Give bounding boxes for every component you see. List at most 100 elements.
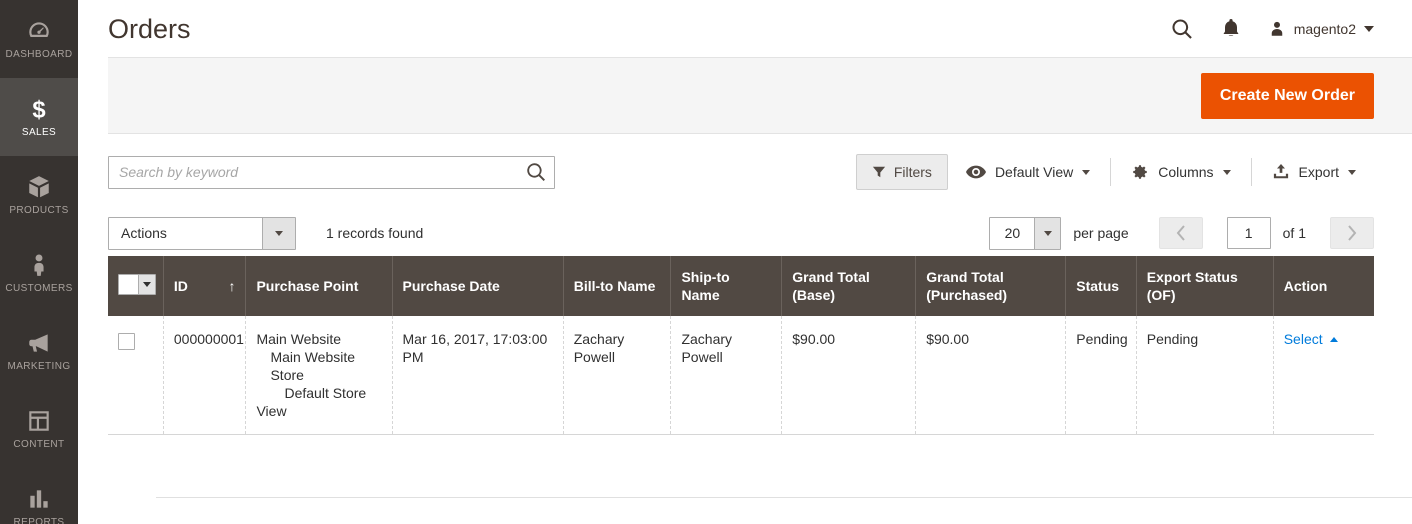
grid-view-controls: Filters Default View Columns Export: [855, 154, 1374, 190]
sidebar-item-customers[interactable]: Customers: [0, 234, 78, 312]
sidebar-item-reports[interactable]: Reports: [0, 468, 78, 524]
main-content: Orders magento2 Create New Order Search …: [78, 0, 1412, 524]
sidebar-item-label: Reports: [13, 517, 65, 524]
footer-divider: [156, 497, 1412, 498]
column-header-status[interactable]: Status: [1065, 256, 1137, 316]
sidebar-item-label: Marketing: [7, 361, 71, 372]
content-layout-icon: [26, 408, 52, 434]
export-label: Export: [1298, 164, 1339, 180]
sort-asc-icon: ↑: [228, 278, 236, 294]
sidebar-item-dashboard[interactable]: Dashboard: [0, 0, 78, 78]
cell-action: Select: [1273, 316, 1374, 435]
filters-button[interactable]: Filters: [855, 154, 948, 190]
export-dropdown[interactable]: Export: [1254, 164, 1374, 180]
column-header-id[interactable]: ID ↑: [163, 256, 247, 316]
user-avatar-icon: [1268, 20, 1286, 38]
column-header-bill-to-name[interactable]: Bill-to Name: [563, 256, 672, 316]
toolbar-divider: [1250, 158, 1252, 186]
column-header-ship-to-name[interactable]: Ship-to Name: [670, 256, 783, 316]
column-label-line1: Grand Total: [792, 269, 870, 285]
header-actions: magento2: [1170, 17, 1374, 41]
total-pages-label: of 1: [1282, 225, 1306, 241]
per-page-label: per page: [1073, 225, 1129, 241]
column-header-purchase-point[interactable]: Purchase Point: [245, 256, 393, 316]
sidebar-item-label: Sales: [21, 127, 57, 138]
page-actions-bar: Create New Order: [108, 57, 1412, 134]
sidebar-item-label: Products: [9, 205, 69, 216]
column-label-line2: (Purchased): [926, 287, 1008, 303]
chevron-up-icon: [1329, 336, 1338, 342]
sidebar-item-marketing[interactable]: Marketing: [0, 312, 78, 390]
purchase-point-store: Main Website Store: [270, 349, 356, 383]
previous-page-button[interactable]: [1158, 217, 1203, 249]
marketing-megaphone-icon: [26, 330, 52, 356]
pagination: 20 per page of 1: [989, 216, 1374, 250]
column-header-grand-total-base[interactable]: Grand Total (Base): [781, 256, 917, 316]
user-menu[interactable]: magento2: [1268, 20, 1374, 38]
grid-container: Filters Default View Co: [78, 134, 1412, 435]
column-header-grand-total-purchased[interactable]: Grand Total (Purchased): [915, 256, 1067, 316]
toolbar-divider: [1110, 158, 1112, 186]
products-box-icon: [26, 174, 52, 200]
next-page-button[interactable]: [1330, 217, 1374, 249]
column-label-line1: Grand Total: [926, 269, 1004, 285]
column-header-purchase-date[interactable]: Purchase Date: [392, 256, 564, 316]
bell-icon[interactable]: [1221, 18, 1241, 40]
column-label-line2: (Base): [792, 287, 836, 303]
table-header-row: ID ↑ Purchase Point Purchase Date Bill-t…: [108, 256, 1374, 316]
columns-label: Columns: [1158, 164, 1214, 180]
per-page-dropdown[interactable]: 20: [989, 216, 1062, 250]
page-header: Orders magento2: [78, 0, 1412, 57]
grid-actions-bar: Actions 1 records found 20 per page 1 of…: [108, 210, 1374, 256]
dashboard-icon: [26, 18, 52, 44]
chevron-down-icon[interactable]: [138, 275, 155, 294]
search-icon[interactable]: [1170, 17, 1194, 41]
column-header-action: Action: [1273, 256, 1374, 316]
purchase-point-view-link[interactable]: View: [256, 402, 381, 420]
column-label-line2: (OF): [1146, 287, 1176, 303]
chevron-down-icon: [262, 217, 295, 249]
admin-page: Dashboard $ Sales Products Customers Mar…: [0, 0, 1412, 524]
keyword-search: [108, 155, 555, 189]
grid-toolbar: Filters Default View Co: [108, 134, 1374, 210]
current-page-input[interactable]: [1226, 217, 1271, 249]
cell-grand-total-purchased: $90.00: [915, 316, 1067, 435]
default-view-dropdown[interactable]: Default View: [948, 164, 1108, 180]
search-submit-icon[interactable]: [525, 161, 547, 183]
select-all-header: [108, 256, 164, 316]
sidebar-item-label: Content: [13, 439, 65, 450]
gear-icon: [1131, 163, 1149, 181]
sidebar-item-sales[interactable]: $ Sales: [0, 78, 78, 156]
select-all-checkbox[interactable]: [118, 274, 156, 295]
chevron-down-icon: [1034, 217, 1061, 249]
purchase-point-website: Main Website: [256, 331, 342, 347]
create-new-order-button[interactable]: Create New Order: [1200, 72, 1374, 119]
cell-status: Pending: [1065, 316, 1137, 435]
sidebar-item-label: Customers: [5, 283, 73, 294]
chevron-down-icon: [1222, 169, 1231, 175]
orders-grid: ID ↑ Purchase Point Purchase Date Bill-t…: [108, 256, 1374, 435]
user-name: magento2: [1293, 20, 1356, 37]
cell-export-status: Pending: [1136, 316, 1274, 435]
sidebar-item-products[interactable]: Products: [0, 156, 78, 234]
column-header-export-status[interactable]: Export Status (OF): [1136, 256, 1274, 316]
cell-id: 000000001: [163, 316, 247, 435]
columns-dropdown[interactable]: Columns: [1113, 163, 1248, 181]
checkbox-box: [119, 275, 138, 294]
table-row: 000000001 Main Website Main Website Stor…: [108, 316, 1374, 435]
sidebar-item-content[interactable]: Content: [0, 390, 78, 468]
action-select-dropdown[interactable]: Select: [1284, 330, 1338, 348]
cell-grand-total-base: $90.00: [781, 316, 917, 435]
mass-actions-dropdown[interactable]: Actions: [108, 216, 296, 250]
search-input[interactable]: [108, 155, 555, 189]
column-label-line1: Export Status: [1146, 269, 1238, 285]
cell-ship-to-name: Zachary Powell: [670, 316, 783, 435]
reports-bars-icon: [26, 486, 52, 512]
cell-bill-to-name: Zachary Powell: [563, 316, 672, 435]
default-view-label: Default View: [994, 164, 1074, 180]
page-title: Orders: [108, 13, 191, 44]
per-page-value: 20: [1004, 225, 1021, 241]
row-checkbox[interactable]: [118, 333, 135, 350]
sales-dollar-icon: $: [26, 96, 52, 122]
export-upload-icon: [1272, 164, 1290, 180]
